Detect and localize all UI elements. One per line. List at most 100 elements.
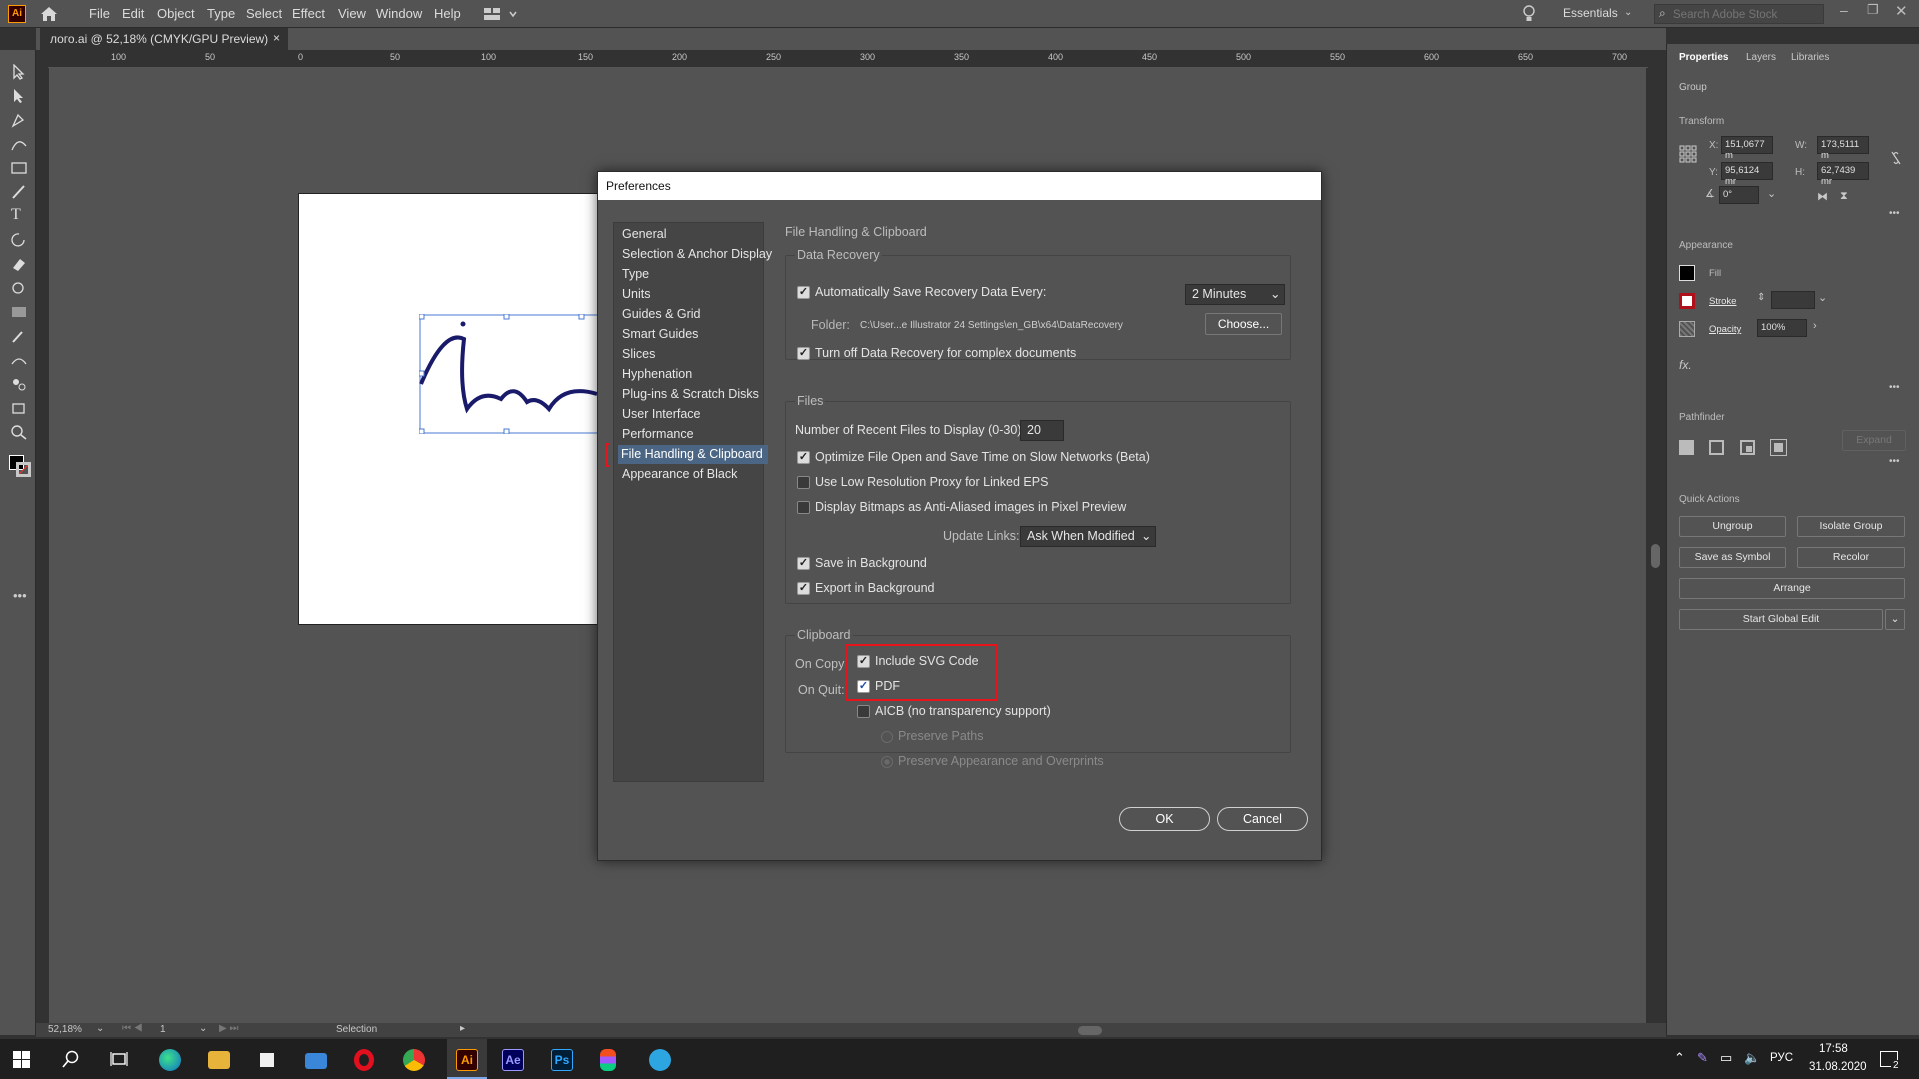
- category-plugins-scratch[interactable]: Plug-ins & Scratch Disks: [619, 385, 764, 404]
- direct-selection-tool-icon[interactable]: [10, 88, 28, 104]
- category-type[interactable]: Type: [619, 265, 764, 284]
- network-icon[interactable]: ▭: [1720, 1050, 1732, 1066]
- menu-help[interactable]: Help: [434, 6, 461, 21]
- exclude-icon[interactable]: [1770, 439, 1787, 456]
- menu-effect[interactable]: Effect: [292, 6, 325, 21]
- close-tab-icon[interactable]: ×: [273, 31, 280, 45]
- lightbulb-icon[interactable]: [1523, 5, 1535, 23]
- unite-icon[interactable]: [1679, 440, 1694, 455]
- menu-type[interactable]: Type: [207, 6, 235, 21]
- pen-tray-icon[interactable]: ✎: [1697, 1050, 1708, 1066]
- figma-icon[interactable]: [600, 1049, 616, 1071]
- language-indicator[interactable]: РУС: [1770, 1052, 1793, 1064]
- flip-vertical-icon[interactable]: ⧗: [1840, 190, 1848, 203]
- home-icon[interactable]: [40, 6, 58, 22]
- x-field[interactable]: 151,0677 m: [1721, 136, 1773, 161]
- stroke-stepper-icon[interactable]: ⇕: [1757, 292, 1765, 303]
- opacity-link[interactable]: Opacity: [1709, 324, 1741, 335]
- windows-start-icon[interactable]: [13, 1051, 30, 1068]
- edge-icon[interactable]: [159, 1049, 181, 1071]
- rotation-field[interactable]: 0°: [1719, 186, 1759, 204]
- preserve-appearance-radio[interactable]: [881, 756, 893, 768]
- arrange-documents-icon[interactable]: [484, 7, 520, 21]
- restore-icon[interactable]: ❐: [1867, 2, 1879, 18]
- more-options-icon[interactable]: •••: [1889, 208, 1900, 219]
- horizontal-scrollbar-thumb[interactable]: [1078, 1026, 1102, 1035]
- eyedropper-tool-icon[interactable]: [10, 328, 28, 344]
- arrange-button[interactable]: Arrange: [1679, 578, 1905, 599]
- chevron-down-icon[interactable]: ⌄: [96, 1023, 104, 1034]
- store-icon[interactable]: [256, 1049, 278, 1071]
- chevron-down-icon[interactable]: ⌄: [199, 1023, 207, 1034]
- minimize-icon[interactable]: –: [1840, 2, 1848, 18]
- opera-icon[interactable]: [354, 1049, 374, 1071]
- artboard[interactable]: [298, 193, 599, 625]
- category-user-interface[interactable]: User Interface: [619, 405, 764, 424]
- category-guides-grid[interactable]: Guides & Grid: [619, 305, 764, 324]
- stroke-link[interactable]: Stroke: [1709, 296, 1736, 307]
- menu-view[interactable]: View: [338, 6, 366, 21]
- eraser-tool-icon[interactable]: [10, 256, 28, 272]
- rotate-tool-icon[interactable]: [10, 232, 28, 248]
- vertical-scrollbar-thumb[interactable]: [1651, 544, 1660, 568]
- edit-toolbar-icon[interactable]: •••: [13, 588, 27, 603]
- flip-horizontal-icon[interactable]: ⧓: [1817, 190, 1828, 203]
- category-performance[interactable]: Performance: [619, 425, 764, 444]
- anti-aliased-checkbox[interactable]: [797, 501, 810, 514]
- width-field[interactable]: 173,5111 m: [1817, 136, 1869, 161]
- isolate-group-button[interactable]: Isolate Group: [1797, 516, 1905, 537]
- category-units[interactable]: Units: [619, 285, 764, 304]
- clock-time[interactable]: 17:58: [1819, 1043, 1848, 1055]
- minus-front-icon[interactable]: [1709, 440, 1724, 455]
- menu-edit[interactable]: Edit: [122, 6, 144, 21]
- constrain-proportions-icon[interactable]: [1889, 150, 1903, 166]
- global-edit-options-chevron-icon[interactable]: ⌄: [1885, 609, 1905, 630]
- zoom-tool-icon[interactable]: [10, 424, 28, 440]
- category-file-handling[interactable]: File Handling & Clipboard: [618, 445, 768, 464]
- pen-tool-icon[interactable]: [10, 112, 28, 128]
- category-smart-guides[interactable]: Smart Guides: [619, 325, 764, 344]
- close-window-icon[interactable]: ✕: [1895, 2, 1908, 20]
- stock-search-field[interactable]: ⌕: [1654, 4, 1824, 24]
- menu-window[interactable]: Window: [376, 6, 422, 21]
- fill-stroke-swatch[interactable]: [9, 455, 31, 477]
- optimize-checkbox[interactable]: ✓: [797, 451, 810, 464]
- search-icon[interactable]: [62, 1050, 80, 1068]
- y-field[interactable]: 95,6124 mr: [1721, 162, 1773, 187]
- preserve-paths-radio[interactable]: [881, 731, 893, 743]
- height-field[interactable]: 62,7439 mr: [1817, 162, 1869, 187]
- page-number[interactable]: 1: [160, 1024, 166, 1035]
- intersect-icon[interactable]: [1740, 440, 1755, 455]
- after-effects-icon[interactable]: Ae: [502, 1049, 524, 1071]
- save-background-checkbox[interactable]: ✓: [797, 557, 810, 570]
- stock-search-input[interactable]: [1673, 7, 1821, 22]
- paintbrush-tool-icon[interactable]: [10, 184, 28, 200]
- task-view-icon[interactable]: [110, 1050, 128, 1068]
- tab-layers[interactable]: Layers: [1746, 52, 1776, 63]
- puppet-warp-tool-icon[interactable]: [10, 352, 28, 368]
- chevron-down-icon[interactable]: ⌄: [1818, 291, 1827, 304]
- auto-save-checkbox[interactable]: ✓: [797, 286, 810, 299]
- category-slices[interactable]: Slices: [619, 345, 764, 364]
- shape-builder-tool-icon[interactable]: [10, 280, 28, 296]
- curvature-tool-icon[interactable]: [10, 136, 28, 152]
- reference-point-icon[interactable]: [1679, 145, 1697, 163]
- clock-date[interactable]: 31.08.2020: [1809, 1061, 1867, 1073]
- category-appearance-black[interactable]: Appearance of Black: [619, 465, 764, 484]
- volume-icon[interactable]: 🔈: [1744, 1050, 1760, 1066]
- file-explorer-icon[interactable]: [208, 1051, 230, 1069]
- ok-button[interactable]: OK: [1119, 807, 1210, 831]
- cancel-button[interactable]: Cancel: [1217, 807, 1308, 831]
- update-links-select[interactable]: Ask When Modified ⌄: [1020, 526, 1156, 547]
- telegram-icon[interactable]: [649, 1049, 671, 1071]
- recovery-interval-select[interactable]: 2 Minutes ⌄: [1185, 284, 1285, 305]
- export-background-checkbox[interactable]: ✓: [797, 582, 810, 595]
- more-options-icon[interactable]: •••: [1889, 456, 1900, 467]
- tab-libraries[interactable]: Libraries: [1791, 52, 1829, 63]
- zoom-level[interactable]: 52,18%: [48, 1024, 82, 1035]
- illustrator-taskbar-icon[interactable]: Ai: [456, 1049, 478, 1071]
- chevron-down-icon[interactable]: ⌄: [1767, 187, 1776, 200]
- turn-off-recovery-checkbox[interactable]: ✓: [797, 347, 810, 360]
- category-hyphenation[interactable]: Hyphenation: [619, 365, 764, 384]
- low-res-proxy-checkbox[interactable]: [797, 476, 810, 489]
